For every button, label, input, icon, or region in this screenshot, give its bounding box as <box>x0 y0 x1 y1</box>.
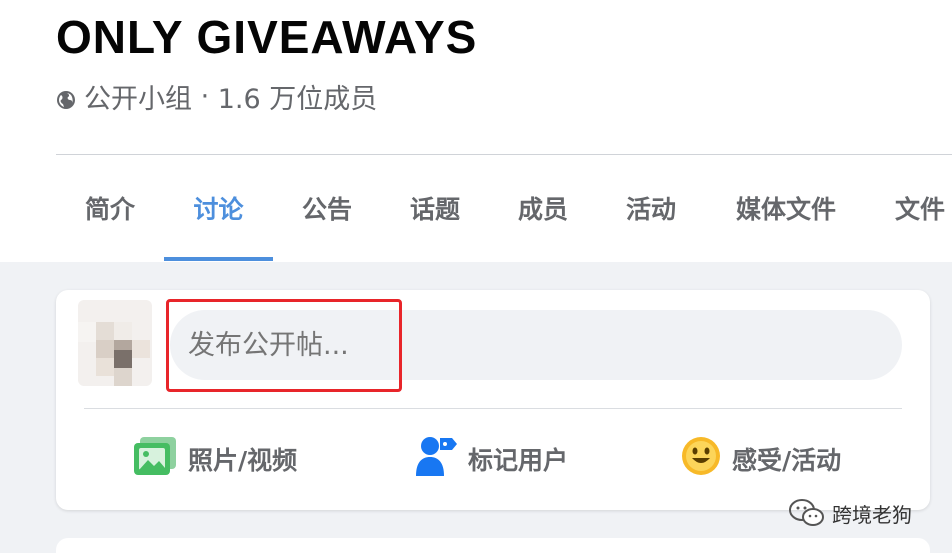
watermark-text: 跨境老狗 <box>832 502 912 527</box>
tag-people-icon <box>414 434 458 484</box>
active-tab-indicator <box>164 257 273 261</box>
tab-topics[interactable]: 话题 <box>381 155 489 261</box>
tag-people-button[interactable]: 标记用户 <box>414 436 568 482</box>
tab-about[interactable]: 简介 <box>56 155 164 261</box>
feeling-activity-label: 感受/活动 <box>732 446 842 475</box>
globe-icon <box>56 86 76 109</box>
watermark: 跨境老狗 <box>788 496 912 530</box>
tab-discussion[interactable]: 讨论 <box>164 155 273 261</box>
group-privacy: 公开小组 <box>84 83 192 115</box>
tab-announcements[interactable]: 公告 <box>273 155 381 261</box>
tab-media[interactable]: 媒体文件 <box>705 155 867 261</box>
tab-events[interactable]: 活动 <box>597 155 705 261</box>
create-post-input[interactable] <box>170 310 902 380</box>
photo-video-icon <box>134 435 178 483</box>
next-post-card <box>56 538 930 553</box>
photo-video-label: 照片/视频 <box>188 446 298 475</box>
wechat-icon <box>789 499 824 526</box>
group-meta: 公开小组 · 1.6 万位成员 <box>56 80 377 115</box>
group-tabs: 简介 讨论 公告 话题 成员 活动 媒体文件 文件 <box>56 155 952 261</box>
meta-separator: · <box>192 80 218 112</box>
tab-members[interactable]: 成员 <box>489 155 597 261</box>
tag-people-label: 标记用户 <box>468 446 569 475</box>
group-member-count[interactable]: 1.6 万位成员 <box>218 77 378 116</box>
tab-files[interactable]: 文件 <box>867 155 952 261</box>
group-title[interactable]: ONLY GIVEAWAYS <box>56 10 477 64</box>
composer-divider <box>84 408 902 409</box>
feeling-activity-icon <box>680 435 722 483</box>
photo-video-button[interactable]: 照片/视频 <box>134 436 297 482</box>
avatar[interactable] <box>78 300 152 386</box>
feeling-activity-button[interactable]: 感受/活动 <box>680 436 841 482</box>
